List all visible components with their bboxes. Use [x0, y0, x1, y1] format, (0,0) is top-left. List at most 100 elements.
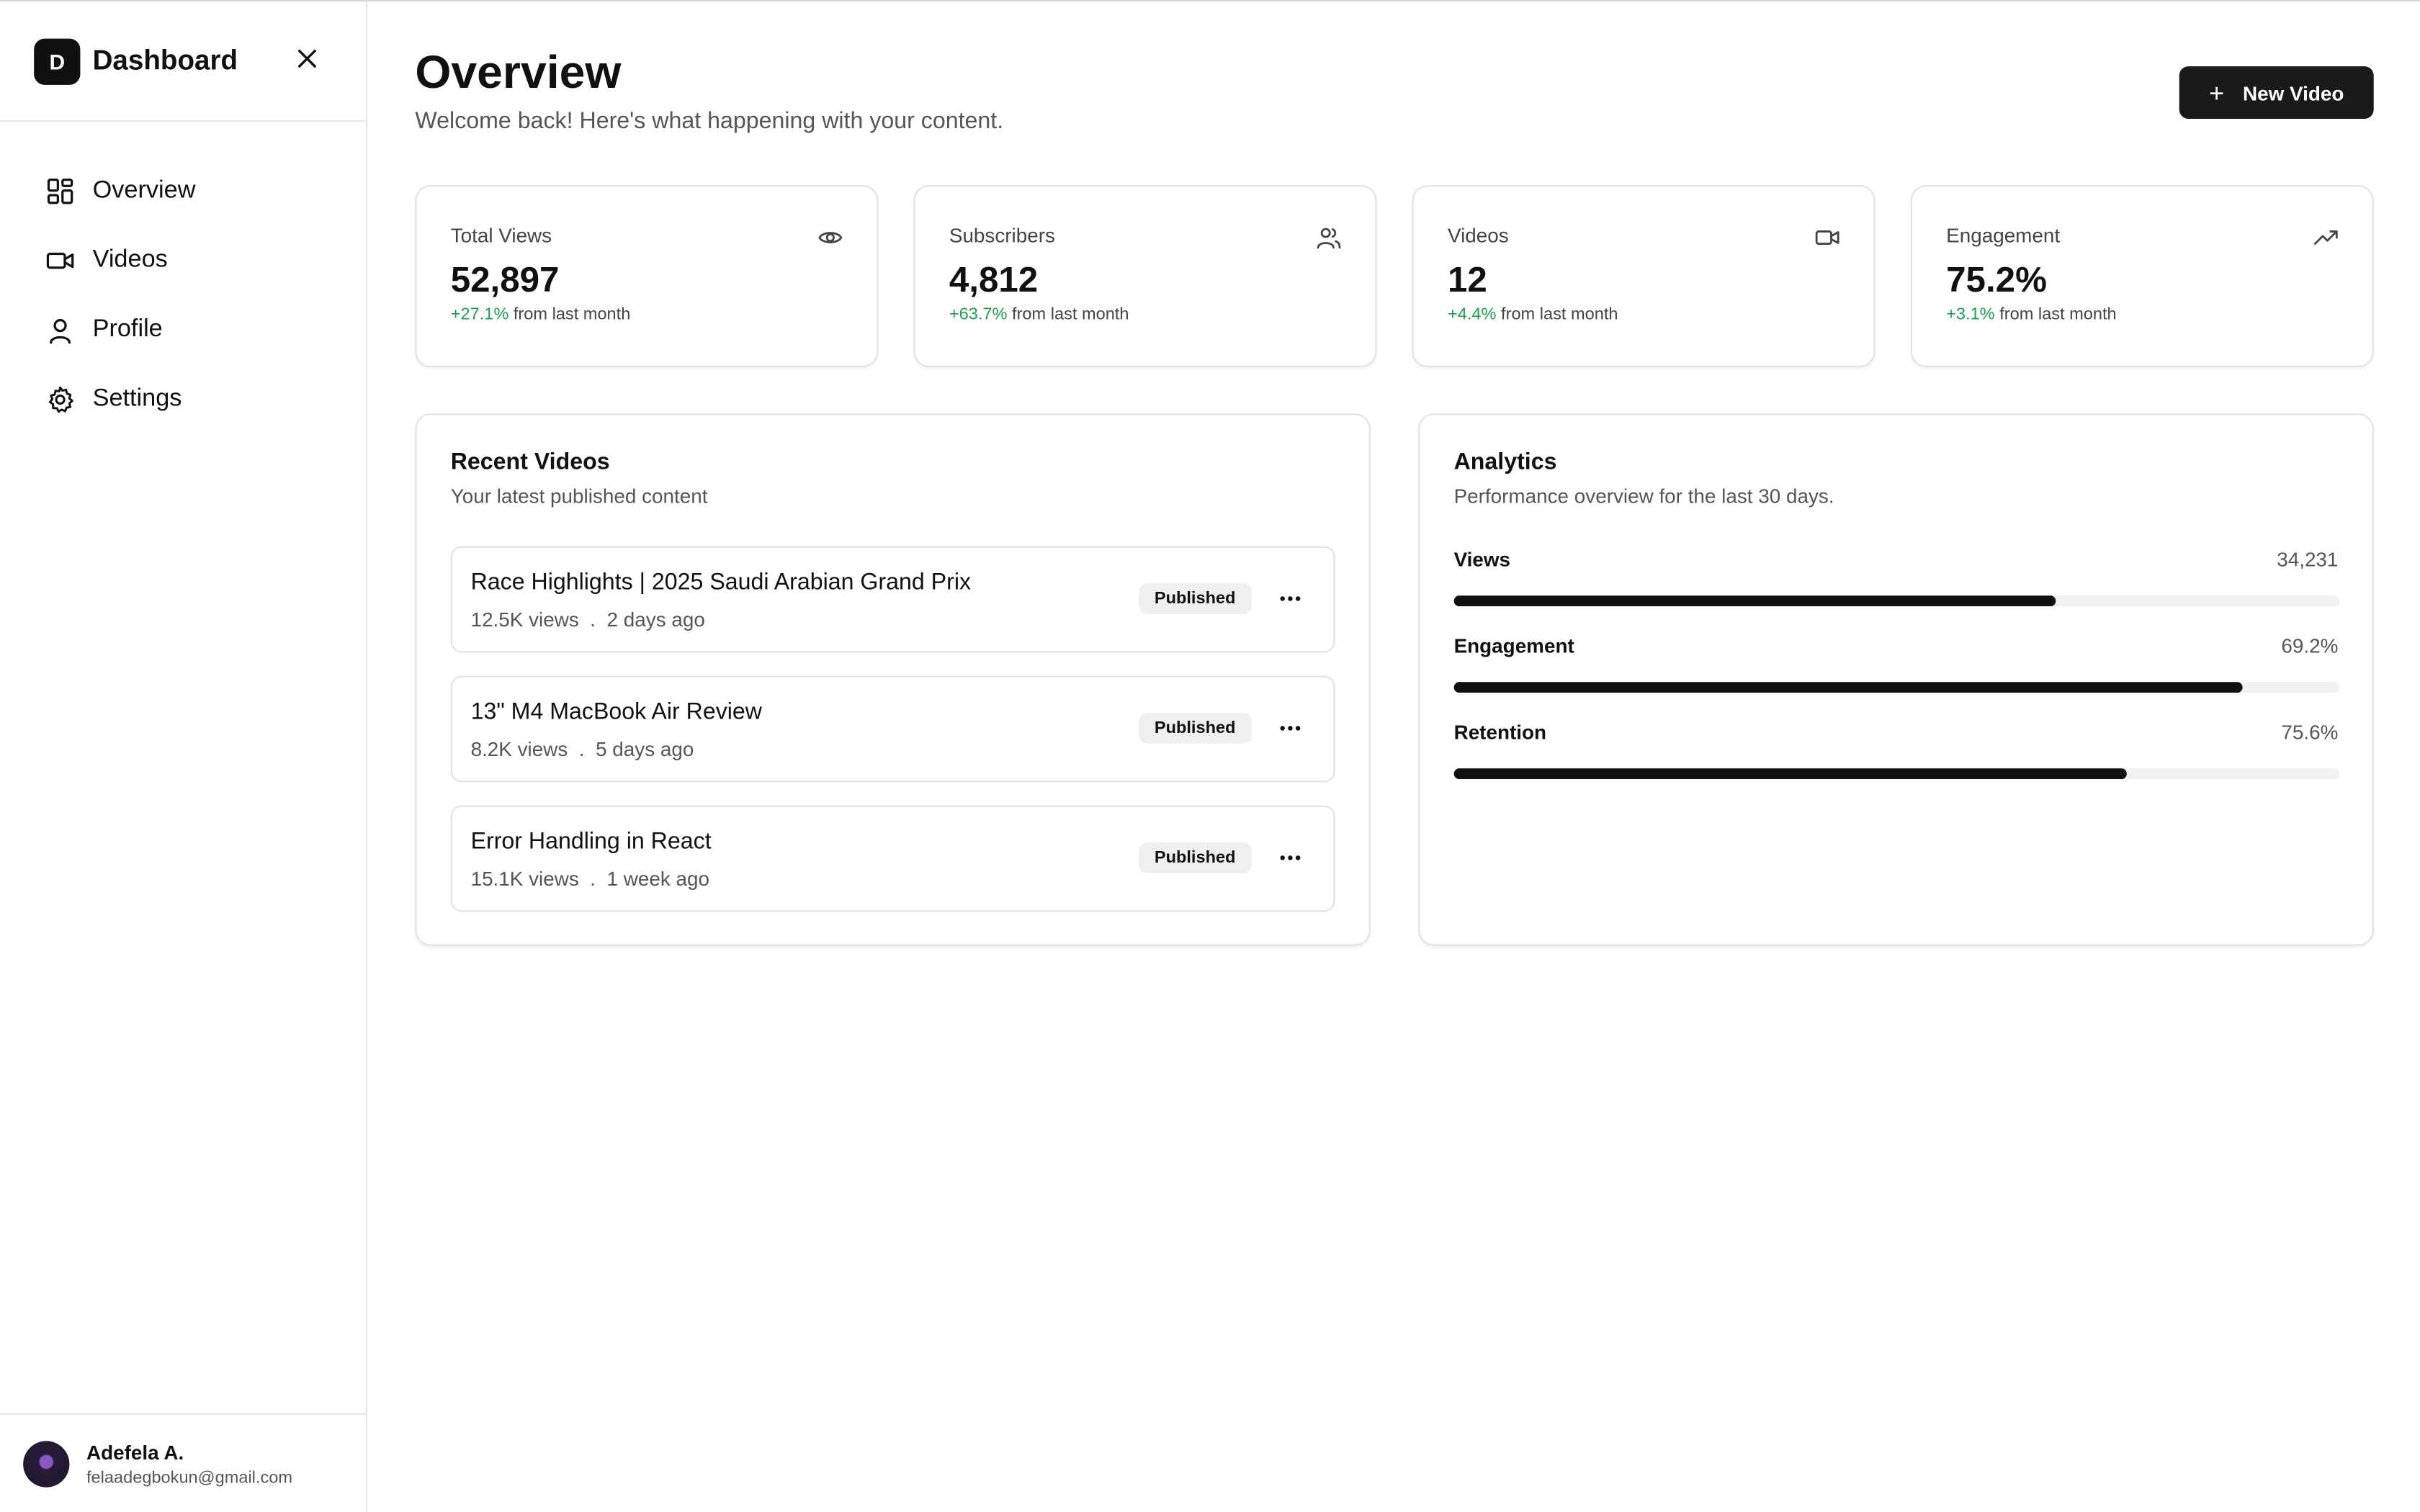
video-age: 2 days ago [606, 608, 705, 631]
status-badge: Published [1139, 583, 1251, 614]
video-age: 1 week ago [606, 867, 710, 891]
progress-fill [1453, 682, 2243, 693]
card-subtitle: Performance overview for the last 30 day… [1453, 484, 1834, 508]
stat-change: +3.1% from last month [1946, 305, 2338, 324]
stat-change-value: +4.4% [1447, 305, 1497, 324]
metric-value: 69.2% [2281, 634, 2339, 657]
sidebar-item-profile[interactable]: Profile [0, 294, 366, 364]
users-icon [1317, 228, 1341, 249]
metric-label: Engagement [1453, 634, 1574, 657]
more-options-button[interactable] [1273, 844, 1307, 872]
close-icon [297, 49, 316, 68]
metric-label: Views [1453, 547, 1511, 571]
progress-fill [1453, 768, 2128, 780]
user-name: Adefela A. [86, 1440, 184, 1464]
close-sidebar-button[interactable] [293, 45, 321, 73]
page-subtitle: Welcome back! Here's what happening with… [415, 108, 1004, 135]
meta-separator: . [590, 867, 596, 891]
video-row[interactable]: Error Handling in React 15.1K views . 1 … [450, 805, 1335, 912]
stat-card-engagement: Engagement 75.2% +3.1% from last month [1910, 185, 2374, 367]
stat-change-suffix: from last month [1496, 305, 1618, 324]
stat-card-videos: Videos 12 +4.4% from last month [1412, 185, 1876, 367]
eye-icon [818, 232, 843, 243]
progress-fill [1453, 595, 2056, 607]
metric-label: Retention [1453, 720, 1547, 744]
stat-change-suffix: from last month [1994, 305, 2117, 324]
metric-value: 34,231 [2277, 547, 2339, 571]
stat-value: 52,897 [450, 259, 560, 300]
stat-change: +4.4% from last month [1448, 305, 1839, 324]
video-icon [46, 251, 74, 269]
progress-track [1453, 768, 2340, 780]
page-title: Overview [415, 48, 622, 99]
analytics-card: Analytics Performance overview for the l… [1418, 413, 2374, 946]
video-meta: 15.1K views . 1 week ago [471, 867, 709, 890]
video-views: 8.2K views [470, 737, 568, 761]
meta-separator: . [578, 737, 585, 761]
avatar [23, 1440, 70, 1487]
new-video-label: New Video [2243, 81, 2344, 104]
stat-card-total-views: Total Views 52,897 +27.1% from last mont… [415, 185, 879, 367]
plus-icon: + [2208, 78, 2225, 107]
video-views: 15.1K views [470, 867, 579, 891]
video-meta: 12.5K views . 2 days ago [471, 608, 705, 631]
user-icon [50, 318, 71, 343]
video-row[interactable]: Race Highlights | 2025 Saudi Arabian Gra… [450, 546, 1335, 653]
stat-change-value: +63.7% [949, 305, 1008, 324]
sidebar-item-label: Overview [92, 176, 196, 203]
card-title: Analytics [1453, 449, 1557, 475]
stat-label: Engagement [1946, 223, 2061, 247]
stat-label: Total Views [450, 223, 552, 247]
gear-icon [48, 385, 73, 413]
stat-value: 4,812 [949, 259, 1039, 300]
user-info: Adefela A. felaadegbokun@gmail.com [86, 1440, 292, 1486]
stat-change-suffix: from last month [1007, 305, 1129, 324]
sidebar-item-label: Settings [92, 384, 182, 412]
video-row[interactable]: 13" M4 MacBook Air Review 8.2K views . 5… [450, 675, 1335, 783]
stat-card-subscribers: Subscribers 4,812 +63.7% from last month [913, 185, 1377, 367]
sidebar-nav: Overview Videos Profile Settings [0, 122, 366, 433]
card-title: Recent Videos [450, 449, 610, 475]
sidebar-item-overview[interactable]: Overview [0, 156, 366, 225]
stat-change-value: +3.1% [1946, 305, 1995, 324]
more-options-button[interactable] [1273, 714, 1307, 742]
video-icon [1815, 230, 1839, 245]
video-age: 5 days ago [596, 737, 694, 761]
sidebar-item-label: Profile [92, 315, 163, 342]
progress-track [1453, 595, 2340, 607]
video-views: 12.5K views [470, 608, 579, 631]
more-options-button[interactable] [1273, 585, 1307, 613]
more-horizontal-icon [1280, 855, 1301, 860]
stat-change: +27.1% from last month [451, 305, 843, 324]
user-profile[interactable]: Adefela A. felaadegbokun@gmail.com [0, 1413, 366, 1512]
logo: D [34, 37, 81, 84]
status-badge: Published [1139, 842, 1251, 873]
progress-track [1453, 682, 2340, 693]
metric-value: 75.6% [2281, 720, 2339, 744]
app-root: D Dashboard Overview Videos Profile Sett… [0, 0, 2420, 1512]
more-horizontal-icon [1280, 726, 1301, 731]
stat-change: +63.7% from last month [949, 305, 1341, 324]
stat-label: Subscribers [949, 223, 1055, 247]
main-content: Overview Welcome back! Here's what happe… [369, 1, 2420, 1512]
brand-title: Dashboard [92, 45, 238, 76]
status-badge: Published [1139, 712, 1251, 744]
video-title: 13" M4 MacBook Air Review [470, 698, 763, 726]
sidebar-item-settings[interactable]: Settings [0, 364, 366, 433]
trending-up-icon [2313, 230, 2338, 245]
stat-label: Videos [1447, 223, 1509, 247]
new-video-button[interactable]: + New Video [2179, 66, 2374, 119]
more-horizontal-icon [1280, 596, 1301, 601]
video-title: Error Handling in React [470, 828, 712, 855]
stat-change-value: +27.1% [450, 305, 509, 324]
sidebar-item-label: Videos [92, 246, 168, 273]
stat-value: 12 [1447, 259, 1487, 300]
layout-grid-icon [47, 177, 73, 204]
stat-value: 75.2% [1946, 259, 2047, 300]
recent-videos-card: Recent Videos Your latest published cont… [415, 413, 1371, 946]
meta-separator: . [590, 608, 596, 631]
sidebar-item-videos[interactable]: Videos [0, 225, 366, 294]
card-subtitle: Your latest published content [450, 484, 708, 508]
video-title: Race Highlights | 2025 Saudi Arabian Gra… [470, 569, 972, 596]
video-meta: 8.2K views . 5 days ago [471, 737, 694, 760]
